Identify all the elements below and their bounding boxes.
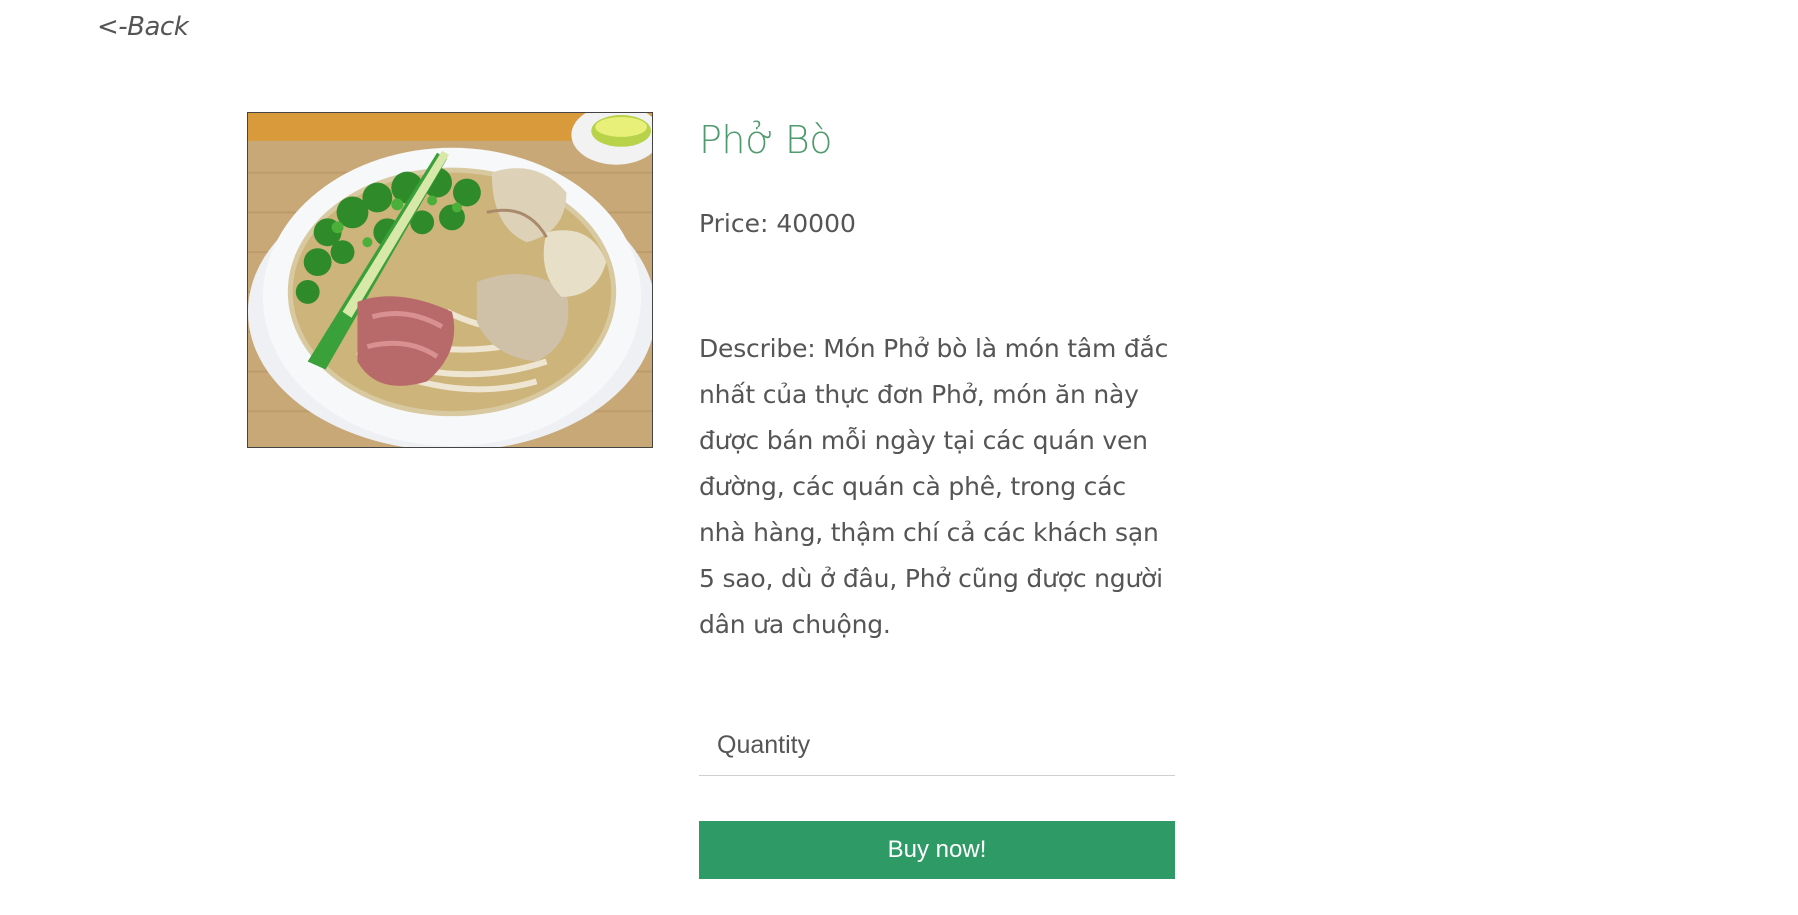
product-name: Phở Bò [699, 118, 832, 162]
price-label: Price: [699, 209, 777, 238]
buy-now-button[interactable]: Buy now! [699, 821, 1175, 879]
product-image [247, 112, 653, 448]
describe-label: Describe: [699, 334, 824, 363]
price-row: Price: 40000 [699, 206, 1175, 242]
pho-bowl-image [248, 113, 652, 447]
description-text: Món Phở bò là món tâm đắc nhất của thực … [699, 334, 1169, 639]
price-value: 40000 [776, 209, 856, 238]
product-details: Phở Bò Price: 40000 Describe: Món Phở bò… [699, 112, 1175, 879]
quantity-input[interactable] [699, 716, 1175, 776]
back-link[interactable]: <-Back [97, 12, 189, 42]
description: Describe: Món Phở bò là món tâm đắc nhất… [699, 326, 1175, 648]
